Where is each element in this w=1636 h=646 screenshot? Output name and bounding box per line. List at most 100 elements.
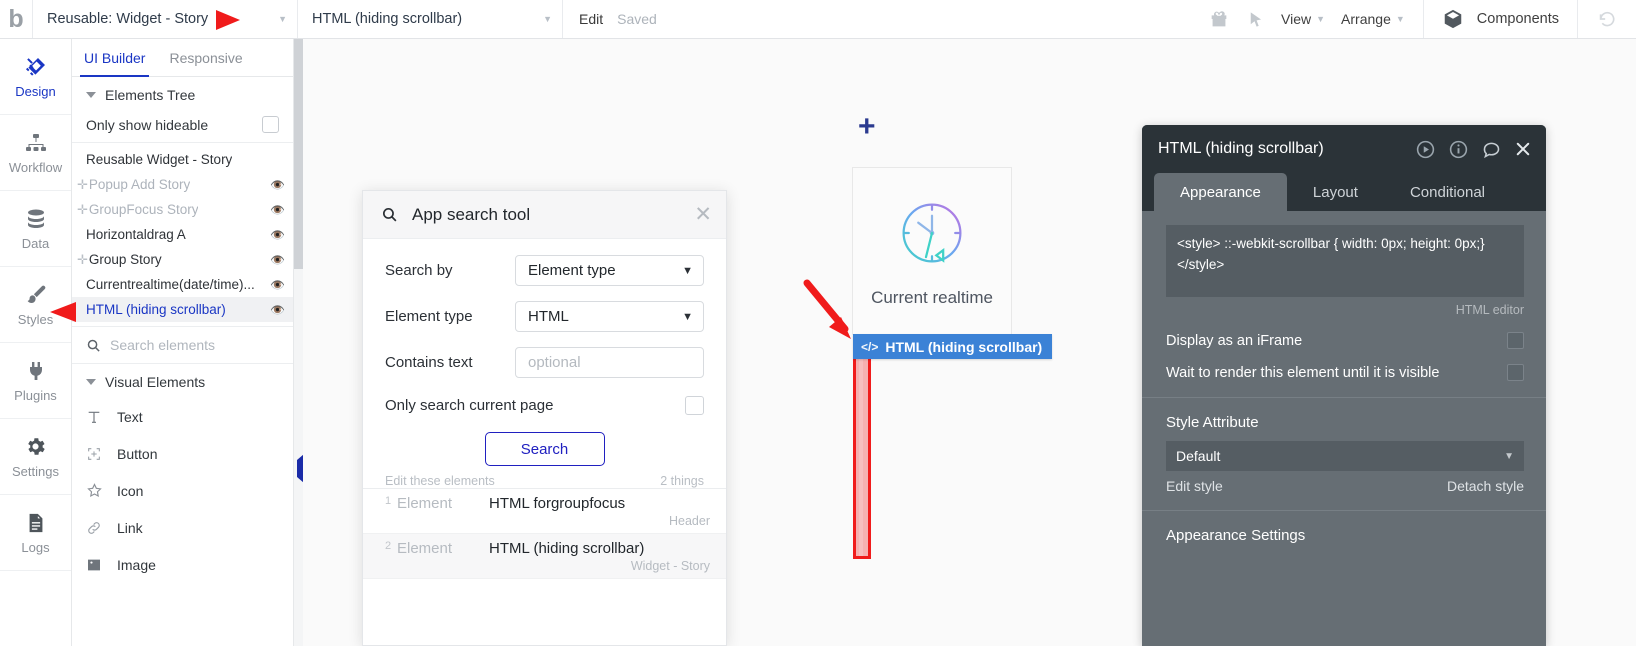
detach-style-link[interactable]: Detach style: [1447, 478, 1524, 494]
rail-item-plugins[interactable]: Plugins: [0, 343, 71, 419]
html-code-editor[interactable]: <style> ::-webkit-scrollbar { width: 0px…: [1166, 225, 1524, 297]
visual-element-icon[interactable]: Icon: [72, 472, 293, 509]
style-attribute-select[interactable]: Default ▼: [1166, 441, 1524, 471]
element-type-select[interactable]: HTML ▼: [515, 301, 704, 332]
selected-element-badge[interactable]: </> HTML (hiding scrollbar): [853, 334, 1053, 359]
display-as-iframe-checkbox[interactable]: [1507, 332, 1524, 349]
info-icon[interactable]: [1448, 139, 1469, 160]
tab-conditional[interactable]: Conditional: [1384, 173, 1511, 211]
edit-status-group: Edit Saved: [563, 0, 673, 38]
bubble-logo[interactable]: b: [0, 0, 33, 38]
page-selector[interactable]: Reusable: Widget - Story ▼: [33, 0, 298, 38]
edit-mode-label[interactable]: Edit: [579, 11, 603, 27]
tab-layout[interactable]: Layout: [1287, 173, 1384, 211]
rail-label: Workflow: [8, 159, 63, 175]
close-icon[interactable]: ✕: [694, 204, 712, 225]
close-icon[interactable]: [1514, 140, 1532, 158]
tree-node-label: HTML (hiding scrollbar): [86, 302, 226, 317]
search-by-label: Search by: [385, 262, 453, 279]
scrollbar-thumb[interactable]: [294, 39, 303, 269]
components-button[interactable]: Components: [1442, 8, 1559, 30]
cursor-icon[interactable]: [1246, 10, 1265, 29]
tab-responsive[interactable]: Responsive: [157, 39, 254, 76]
display-as-iframe-row[interactable]: Display as an iFrame: [1166, 332, 1524, 349]
rail-item-workflow[interactable]: Workflow: [0, 115, 71, 191]
components-group: Components: [1422, 0, 1577, 38]
only-show-hideable-label: Only show hideable: [86, 116, 209, 133]
view-menu[interactable]: View ▼: [1281, 11, 1325, 27]
search-button[interactable]: Search: [484, 432, 605, 466]
elements-tree: Reusable Widget - Story ✛ Popup Add Stor…: [72, 143, 293, 322]
chevron-down-icon: ▼: [682, 310, 693, 323]
edit-style-link[interactable]: Edit style: [1166, 478, 1223, 494]
tree-node[interactable]: ✛ Group Story 👁️: [72, 247, 293, 272]
expand-icon[interactable]: ✛: [77, 177, 88, 193]
visual-elements-header[interactable]: Visual Elements: [72, 364, 293, 398]
gift-icon[interactable]: [1208, 8, 1230, 30]
results-caption: Edit these elements: [385, 474, 495, 488]
element-selector[interactable]: HTML (hiding scrollbar) ▼: [298, 0, 563, 38]
tree-node-selected[interactable]: HTML (hiding scrollbar) 👁️: [72, 297, 293, 322]
eye-icon[interactable]: 👁️: [270, 228, 285, 242]
eye-icon[interactable]: 👁️: [270, 253, 285, 267]
tree-node[interactable]: Currentrealtime(date/time)... 👁️: [72, 272, 293, 297]
styles-icon: [24, 283, 48, 307]
play-icon[interactable]: [1415, 139, 1436, 160]
result-name: HTML (hiding scrollbar): [489, 540, 645, 557]
element-type-label: Element type: [385, 308, 473, 325]
rail-item-design[interactable]: Design: [0, 39, 71, 115]
visual-element-image[interactable]: Image: [72, 546, 293, 583]
rail-item-settings[interactable]: Settings: [0, 419, 71, 495]
expand-icon[interactable]: ✛: [77, 202, 88, 218]
rail-item-logs[interactable]: Logs: [0, 495, 71, 571]
wait-to-render-checkbox[interactable]: [1507, 364, 1524, 381]
result-index: 2: [385, 540, 392, 552]
visual-element-text[interactable]: Text: [72, 398, 293, 435]
tree-node[interactable]: ✛ Popup Add Story 👁️: [72, 172, 293, 197]
eye-slash-icon[interactable]: 👁️: [270, 203, 285, 217]
visual-element-label: Link: [117, 519, 143, 536]
comment-icon[interactable]: [1481, 139, 1502, 160]
rail-item-data[interactable]: Data: [0, 191, 71, 267]
page-selector-label: Reusable: Widget - Story: [47, 11, 209, 27]
chevron-down-icon: ▼: [278, 14, 287, 24]
search-elements-row[interactable]: Search elements: [72, 326, 293, 364]
rail-item-styles[interactable]: Styles: [0, 267, 71, 343]
search-result-row[interactable]: 2 Element HTML (hiding scrollbar) Widget…: [363, 534, 726, 579]
canvas-plus-marker: +: [858, 110, 876, 143]
components-label: Components: [1476, 11, 1559, 27]
eye-icon[interactable]: 👁️: [270, 303, 285, 317]
only-show-hideable-checkbox[interactable]: [262, 116, 279, 133]
visual-element-link[interactable]: Link: [72, 509, 293, 546]
undo-icon[interactable]: [1596, 8, 1618, 30]
contains-text-input[interactable]: optional: [515, 347, 704, 378]
canvas-widget-box[interactable]: Current realtime: [852, 167, 1012, 335]
chevron-down-icon: ▼: [1504, 450, 1514, 462]
tree-node[interactable]: ✛ GroupFocus Story 👁️: [72, 197, 293, 222]
tab-appearance[interactable]: Appearance: [1154, 173, 1287, 211]
only-show-hideable-row[interactable]: Only show hideable: [72, 111, 293, 143]
only-current-page-checkbox[interactable]: [685, 396, 704, 415]
left-panel-tabs: UI Builder Responsive: [72, 39, 293, 77]
eye-icon[interactable]: 👁️: [270, 278, 285, 292]
only-current-page-row[interactable]: Only search current page: [385, 396, 704, 415]
search-elements-input[interactable]: Search elements: [110, 337, 215, 353]
wait-to-render-row[interactable]: Wait to render this element until it is …: [1166, 364, 1524, 381]
contains-text-row: Contains text optional: [385, 347, 704, 378]
search-by-row: Search by Element type ▼: [385, 255, 704, 286]
tree-node[interactable]: Horizontaldrag A 👁️: [72, 222, 293, 247]
left-panel-scrollbar[interactable]: [294, 39, 303, 646]
rail-label: Design: [15, 83, 56, 99]
tab-ui-builder[interactable]: UI Builder: [72, 39, 157, 77]
elements-tree-header[interactable]: Elements Tree: [72, 77, 293, 111]
expand-icon[interactable]: ✛: [77, 252, 88, 268]
tree-node[interactable]: Reusable Widget - Story: [72, 147, 293, 172]
visual-element-button[interactable]: Button: [72, 435, 293, 472]
chevron-down-icon: ▼: [543, 14, 552, 24]
arrange-menu[interactable]: Arrange ▼: [1341, 11, 1405, 27]
button-icon: [86, 446, 104, 462]
eye-slash-icon[interactable]: 👁️: [270, 178, 285, 192]
search-result-row[interactable]: 1 Element HTML forgroupfocus Header: [363, 489, 726, 534]
search-by-select[interactable]: Element type ▼: [515, 255, 704, 286]
contains-text-label: Contains text: [385, 354, 473, 371]
